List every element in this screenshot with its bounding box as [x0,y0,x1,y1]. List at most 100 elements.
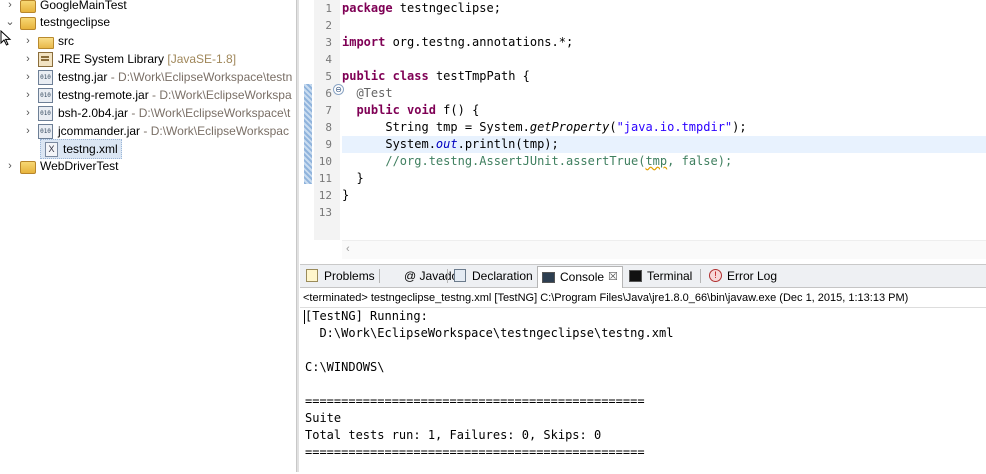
terminal-icon [629,270,642,282]
java-editor[interactable]: 1 2 3 4 5 6 7 8 9 10 11 12 13 ⊖ package testngeclips… [300,0,986,260]
project-icon [20,161,36,174]
console-line: ========================================… [305,394,645,408]
code-area[interactable]: package testngeclipse; import org.testng.… [342,0,986,240]
tree-item-label: src [58,32,74,50]
code-token: org.testng.annotations.*; [385,35,574,49]
code-token: import [342,35,386,49]
code-line[interactable]: @Test [342,85,986,102]
line-number: 4 [325,53,332,66]
tree-item-label: JRE System Library [JavaSE-1.8] [58,50,236,68]
code-token: "java.io.tmpdir" [616,120,733,134]
jar-icon: 010 [38,124,53,139]
tree-item-googlemaintest[interactable]: › GoogleMainTest [0,0,296,14]
line-number: 6 [325,87,332,100]
collapse-chevron-icon[interactable]: ⌄ [4,13,16,31]
mouse-pointer-icon [0,30,12,46]
code-line[interactable] [342,51,986,68]
tree-item-jre-system-library[interactable]: › JRE System Library [JavaSE-1.8] [0,50,296,68]
code-token: , false); [667,154,733,168]
expand-chevron-icon[interactable]: › [4,157,16,175]
line-number-ruler: 1 2 3 4 5 6 7 8 9 10 11 12 13 [314,0,340,240]
code-line[interactable]: } [342,170,986,187]
console-output[interactable]: [TestNG] Running: D:\Work\EclipseWorkspa… [300,307,986,474]
tree-item-decoration: - D:\Work\EclipseWorkspa [148,88,292,102]
tree-item-testng-xml[interactable]: Xtestng.xml [40,139,122,159]
tree-item-testng-jar[interactable]: › 010 testng.jar - D:\Work\EclipseWorkspac… [0,68,296,86]
code-line[interactable]: String tmp = System.getProperty("java.io… [342,119,986,136]
editor-horizontal-scrollbar[interactable]: ‹ [342,240,986,259]
tree-item-webdrivertest[interactable]: › WebDriverTest [0,157,296,175]
line-number: 9 [325,138,332,151]
current-code-line[interactable]: System.out.println(tmp); [342,136,986,153]
tree-item-testngeclipse[interactable]: ⌄ testngeclipse [0,13,296,31]
tree-item-bsh-2-0b4-jar[interactable]: › 010 bsh-2.0b4.jar - D:\Work\EclipseWorks… [0,104,296,122]
tab-javadoc[interactable]: @ Javadoc [382,266,464,286]
tree-item-name: WebDriverTest [40,159,119,173]
expand-chevron-icon[interactable]: › [4,0,16,14]
expand-chevron-icon[interactable]: › [22,122,34,140]
tab-error-log[interactable]: ! Error Log [705,266,779,286]
line-number: 1 [325,2,332,15]
expand-chevron-icon[interactable]: › [22,86,34,104]
tab-separator [447,269,448,283]
code-token: testTmpPath { [428,69,530,83]
tree-item-name: testng-remote.jar [58,88,149,102]
tree-item-decoration: - D:\Work\EclipseWorkspac [140,124,289,138]
code-token: out [435,137,458,151]
code-token: public [342,69,386,83]
line-number: 12 [318,189,332,202]
line-number: 5 [325,70,332,83]
code-line[interactable]: import org.testng.annotations.*; [342,34,986,51]
library-icon [38,52,53,67]
line-number: 10 [318,155,332,168]
expand-chevron-icon[interactable]: › [22,50,34,68]
tree-item-name: testng.jar [58,70,108,84]
code-line[interactable] [342,17,986,34]
code-token: tmp [645,154,668,168]
view-tab-bar: Problems @ Javadoc Declaration Console ☒ Term… [300,265,986,288]
console-icon [542,272,555,283]
tree-item-decoration: - D:\Work\EclipseWorkspace\testn [107,70,293,84]
tree-item-decoration: - D:\Work\EclipseWorkspace\t [128,106,291,120]
tab-terminal[interactable]: Terminal [625,266,699,286]
tree-item-label: GoogleMainTest [40,0,127,14]
view-divider[interactable] [296,0,299,472]
expand-chevron-icon[interactable]: › [22,104,34,122]
tree-item-name: JRE System Library [58,52,165,66]
line-number: 2 [325,19,332,32]
bottom-views-panel: Problems @ Javadoc Declaration Console ☒ Term… [300,264,986,473]
code-line[interactable]: //org.testng.AssertJUnit.assertTrue(tmp,… [342,153,986,170]
tree-item-label: testng.jar - D:\Work\EclipseWorkspace\te… [58,68,292,86]
expand-chevron-icon[interactable]: › [22,68,34,86]
line-number: 7 [325,104,332,117]
tree-item-label: jcommander.jar - D:\Work\EclipseWorkspac [58,122,289,140]
code-line[interactable] [342,204,986,221]
code-line[interactable]: public class testTmpPath { [342,68,986,85]
tab-declaration[interactable]: Declaration [450,266,533,286]
tree-item-name: testng.xml [63,142,118,156]
code-token: class [392,69,429,83]
jar-icon: 010 [38,70,53,85]
console-launch-description: <terminated> testngeclipse_testng.xml [T… [303,292,909,304]
tree-item-decoration: [JavaSE-1.8] [164,52,237,66]
problems-icon [306,269,318,282]
code-token: String tmp = System. [342,120,530,134]
tab-label: Problems [324,269,375,283]
code-line[interactable]: } [342,187,986,204]
scroll-left-icon[interactable]: ‹ [346,243,350,255]
tree-item-jcommander-jar[interactable]: › 010 jcommander.jar - D:\Work\EclipseWork… [0,122,296,140]
code-line[interactable]: package testngeclipse; [342,0,986,17]
declaration-icon [454,269,466,282]
tab-console[interactable]: Console ☒ [537,266,623,288]
tree-item-name: jcommander.jar [58,124,141,138]
expand-chevron-icon[interactable]: › [22,32,34,50]
tree-item-testng-remote-jar[interactable]: › 010 testng-remote.jar - D:\Work\EclipseW… [0,86,296,104]
close-tab-icon[interactable]: ☒ [608,267,618,287]
code-token: f() { [435,103,480,117]
code-line[interactable]: public void f() { [342,102,986,119]
tab-problems[interactable]: Problems [302,266,378,286]
code-token: package [342,1,393,15]
tree-item-src[interactable]: › src [0,32,296,50]
